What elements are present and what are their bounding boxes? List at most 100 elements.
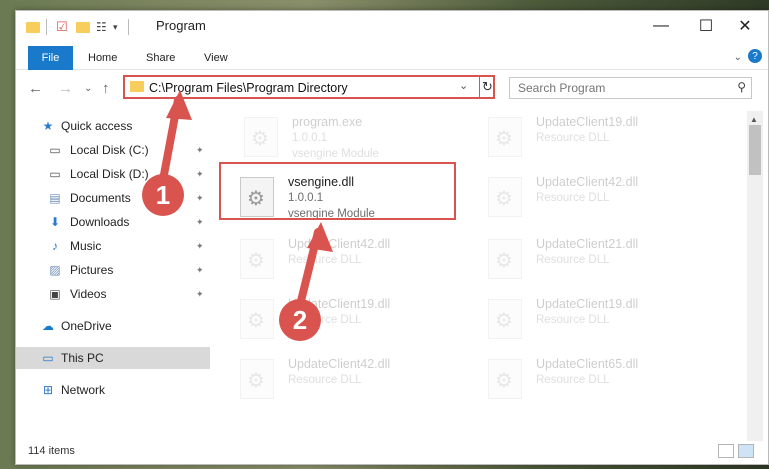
step-badge-2: 2 — [279, 299, 321, 341]
properties-icon[interactable]: ☑ — [56, 19, 68, 35]
customize-toolbar-icon[interactable]: ▾ — [113, 19, 118, 35]
search-icon[interactable]: ⚲ — [737, 80, 746, 94]
large-icons-view-button[interactable] — [738, 444, 754, 458]
downloads-icon: ⬇ — [49, 215, 61, 229]
dll-file-icon — [488, 299, 522, 339]
sidebar-item-network[interactable]: ⊞ Network — [16, 379, 210, 401]
scroll-up-icon[interactable]: ▲ — [750, 115, 758, 124]
refresh-button[interactable]: ↻ — [479, 76, 495, 98]
details-view-button[interactable] — [718, 444, 734, 458]
vsengine-highlight — [219, 162, 456, 220]
pin-icon: ✦ — [196, 288, 204, 299]
address-path[interactable]: C:\Program Files\Program Directory — [149, 81, 348, 95]
dll-file-icon — [488, 359, 522, 399]
sidebar-item-label: Documents — [70, 191, 131, 205]
sidebar-item-label: OneDrive — [61, 319, 112, 333]
network-icon: ⊞ — [42, 383, 54, 397]
sidebar-item-quick-access[interactable]: ★ Quick access — [16, 115, 210, 137]
file-item[interactable]: UpdateClient42.dll Resource DLL — [488, 173, 718, 229]
sidebar-item-local-disk-c[interactable]: ▭ Local Disk (C:) ✦ — [16, 139, 210, 161]
sidebar-item-label: Local Disk (C:) — [70, 143, 149, 157]
file-description: Resource DLL — [288, 374, 362, 386]
step-badge-1: 1 — [142, 174, 184, 216]
navigation-pane: ★ Quick access ▭ Local Disk (C:) ✦ ▭ Loc… — [16, 113, 210, 433]
videos-icon: ▣ — [49, 287, 61, 301]
forward-button[interactable]: → — [58, 80, 73, 97]
file-name: UpdateClient65.dll — [536, 357, 639, 371]
dll-file-icon — [240, 239, 274, 279]
ribbon-tabs: File Home Share View ⌄ ? — [16, 44, 768, 70]
back-button[interactable]: ← — [28, 80, 43, 97]
file-description: Resource DLL — [536, 314, 610, 326]
exe-file-icon — [244, 117, 278, 157]
file-list: program.exe 1.0.0.1 vsengine Module Upda… — [226, 111, 746, 441]
sidebar-item-local-disk-d[interactable]: ▭ Local Disk (D:) ✦ — [16, 163, 210, 185]
pictures-icon: ▨ — [49, 263, 61, 277]
file-description: Resource DLL — [288, 254, 362, 266]
sidebar-item-onedrive[interactable]: ☁ OneDrive — [16, 315, 210, 337]
tab-home[interactable]: Home — [88, 52, 117, 64]
computer-icon: ▭ — [42, 351, 54, 365]
pin-icon: ✦ — [196, 216, 204, 227]
file-item[interactable]: UpdateClient21.dll Resource DLL — [488, 235, 718, 291]
address-bar[interactable]: C:\Program Files\Program Directory ⌄ ↻ — [123, 75, 495, 99]
scroll-thumb[interactable] — [749, 125, 761, 175]
sidebar-item-pictures[interactable]: ▨ Pictures ✦ — [16, 259, 210, 281]
folder-icon — [130, 81, 144, 92]
dll-file-icon — [488, 177, 522, 217]
chevron-down-icon[interactable]: ⌄ — [459, 79, 468, 92]
new-folder-icon[interactable] — [76, 19, 90, 35]
view-options-icon[interactable]: ☷ — [96, 19, 107, 35]
file-description: Resource DLL — [536, 192, 610, 204]
sidebar-item-music[interactable]: ♪ Music ✦ — [16, 235, 210, 257]
tab-file[interactable]: File — [28, 46, 73, 70]
title-bar: ☑ ☷ ▾ Program — ☐ ✕ — [16, 11, 768, 41]
help-icon[interactable]: ? — [748, 49, 762, 63]
status-bar: 114 items — [16, 441, 768, 465]
sidebar-item-this-pc[interactable]: ▭ This PC — [16, 347, 210, 369]
tab-share[interactable]: Share — [146, 52, 175, 64]
search-input[interactable] — [510, 78, 730, 98]
vertical-scrollbar[interactable]: ▲ — [747, 111, 763, 441]
sidebar-item-downloads[interactable]: ⬇ Downloads ✦ — [16, 211, 210, 233]
expand-ribbon-icon[interactable]: ⌄ — [734, 52, 742, 63]
item-count: 114 items — [28, 445, 75, 457]
file-item[interactable]: UpdateClient19.dll Resource DLL — [240, 295, 470, 351]
documents-icon: ▤ — [49, 191, 61, 205]
file-name: UpdateClient19.dll — [536, 297, 639, 311]
file-item[interactable]: UpdateClient19.dll Resource DLL — [488, 113, 718, 169]
file-item[interactable]: UpdateClient19.dll Resource DLL — [488, 295, 718, 351]
dll-file-icon — [240, 299, 274, 339]
file-item[interactable]: UpdateClient42.dll Resource DLL — [240, 235, 470, 291]
file-name: UpdateClient42.dll — [288, 357, 391, 371]
music-icon: ♪ — [52, 239, 58, 253]
sidebar-item-label: Network — [61, 383, 106, 397]
sidebar-item-label: Videos — [70, 287, 107, 301]
up-button[interactable]: ↑ — [102, 80, 110, 97]
file-item[interactable]: program.exe 1.0.0.1 vsengine Module — [244, 113, 474, 169]
minimize-button[interactable]: — — [638, 11, 684, 41]
close-button[interactable]: ✕ — [722, 11, 768, 41]
file-item[interactable]: UpdateClient42.dll Resource DLL — [240, 355, 470, 411]
pin-icon: ✦ — [196, 192, 204, 203]
tab-view[interactable]: View — [204, 52, 228, 64]
file-description: Resource DLL — [536, 374, 610, 386]
recent-locations-button[interactable]: ⌄ — [84, 83, 92, 94]
pin-icon: ✦ — [196, 168, 204, 179]
dll-file-icon — [488, 117, 522, 157]
star-icon: ★ — [42, 119, 54, 133]
sidebar-item-label: Quick access — [61, 119, 133, 133]
file-name: UpdateClient42.dll — [536, 175, 639, 189]
file-item[interactable]: UpdateClient65.dll Resource DLL — [488, 355, 718, 411]
file-description: vsengine Module — [292, 148, 379, 160]
file-description: Resource DLL — [536, 132, 610, 144]
sidebar-item-videos[interactable]: ▣ Videos ✦ — [16, 283, 210, 305]
drive-icon: ▭ — [49, 143, 61, 157]
pin-icon: ✦ — [196, 144, 204, 155]
search-box[interactable]: ⚲ — [509, 77, 752, 99]
pin-icon: ✦ — [196, 240, 204, 251]
file-explorer-window: ☑ ☷ ▾ Program — ☐ ✕ File Home Share View… — [15, 10, 769, 465]
file-description: Resource DLL — [536, 254, 610, 266]
folder-icon — [26, 19, 40, 35]
file-version: 1.0.0.1 — [292, 132, 328, 144]
